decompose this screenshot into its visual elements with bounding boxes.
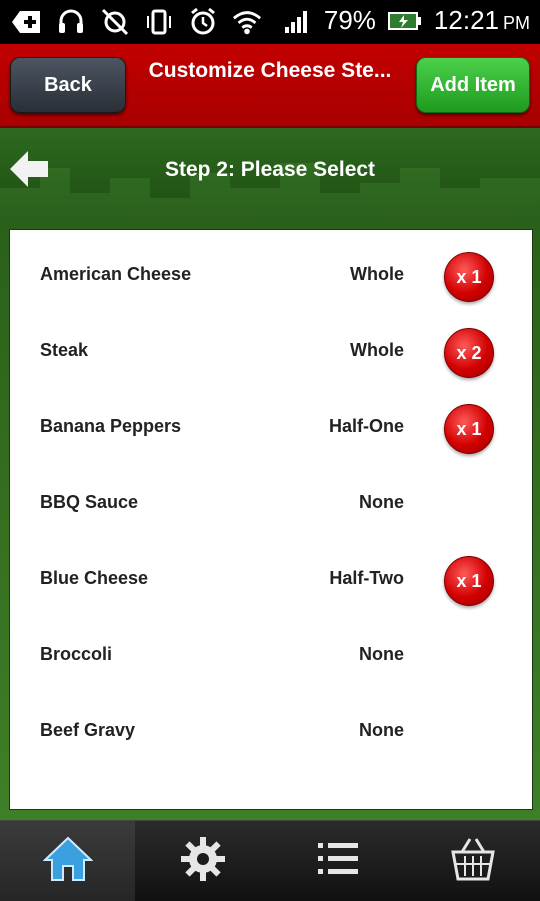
item-name: BBQ Sauce: [40, 492, 139, 512]
item-name: Beef Gravy: [40, 720, 136, 740]
signal-icon: [282, 6, 312, 36]
list-item[interactable]: Banana Peppers Half-One x 1: [10, 390, 532, 466]
item-name: American Cheese: [40, 264, 192, 284]
basket-icon: [450, 836, 496, 887]
clock-ampm: PM: [503, 13, 530, 33]
home-nav-button[interactable]: [0, 821, 135, 901]
item-portion[interactable]: Half-Two: [329, 568, 404, 589]
battery-percent: 79%: [323, 5, 376, 35]
bottom-navigation: [0, 820, 540, 901]
list-item[interactable]: Blue Cheese Half-Two x 1: [10, 542, 532, 618]
step-bar: Step 2: Please Select: [0, 128, 540, 218]
status-bar: 79% 12:21 PM: [0, 0, 540, 44]
vibrate-icon: [144, 7, 174, 37]
header-bar: Back Customize Cheese Ste... Add Item: [0, 44, 540, 128]
options-list: American Cheese Whole x 1 Steak Whole x …: [9, 229, 533, 810]
quantity-badge[interactable]: x 1: [444, 252, 494, 302]
list-item[interactable]: BBQ Sauce None: [10, 466, 532, 542]
item-portion[interactable]: Whole: [350, 340, 404, 361]
clock-time: 12:21: [433, 5, 499, 35]
item-portion[interactable]: None: [359, 720, 404, 741]
item-portion[interactable]: Whole: [350, 264, 404, 285]
basket-nav-button[interactable]: [405, 821, 540, 901]
sync-off-icon: [100, 7, 130, 37]
wifi-icon: [232, 7, 262, 37]
headset-icon: [56, 7, 86, 37]
settings-gear-icon: [180, 836, 226, 887]
item-name: Banana Peppers: [40, 416, 182, 436]
item-portion[interactable]: None: [359, 492, 404, 513]
clock: 12:21 PM: [434, 5, 530, 36]
list-item[interactable]: Broccoli None: [10, 618, 532, 694]
step-title: Step 2: Please Select: [164, 158, 376, 181]
list-item[interactable]: Beef Gravy None: [10, 694, 532, 770]
back-button[interactable]: Back: [10, 57, 126, 113]
quantity-badge[interactable]: x 1: [444, 556, 494, 606]
list-item[interactable]: American Cheese Whole x 1: [10, 238, 532, 314]
home-icon: [42, 836, 93, 887]
list-item[interactable]: Steak Whole x 2: [10, 314, 532, 390]
list-nav-button[interactable]: [270, 821, 405, 901]
settings-nav-button[interactable]: [135, 821, 270, 901]
alarm-icon: [188, 7, 218, 37]
item-name: Blue Cheese: [40, 568, 149, 588]
quantity-badge[interactable]: x 2: [444, 328, 494, 378]
notification-plus-icon: [12, 7, 42, 37]
page-title: Customize Cheese Ste...: [148, 59, 392, 82]
add-item-button[interactable]: Add Item: [416, 57, 530, 113]
item-name: Steak: [40, 340, 89, 360]
list-icon: [317, 841, 358, 882]
item-portion[interactable]: Half-One: [329, 416, 404, 437]
quantity-badge[interactable]: x 1: [444, 404, 494, 454]
battery-icon: [387, 6, 422, 36]
item-name: Broccoli: [40, 644, 113, 664]
item-portion[interactable]: None: [359, 644, 404, 665]
